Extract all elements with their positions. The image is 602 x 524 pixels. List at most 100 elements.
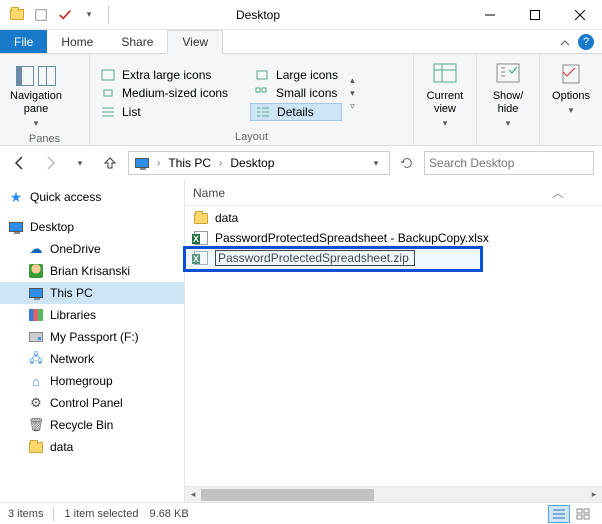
- maximize-button[interactable]: [512, 0, 557, 30]
- tree-desktop[interactable]: Desktop: [0, 216, 184, 238]
- tree-thispc[interactable]: This PC: [0, 282, 184, 304]
- recent-locations-button[interactable]: ▾: [68, 151, 92, 175]
- crumb-desktop[interactable]: Desktop: [226, 156, 278, 170]
- navigation-tree[interactable]: ★Quick access Desktop ☁OneDrive Brian Kr…: [0, 180, 185, 502]
- file-name: PasswordProtectedSpreadsheet - BackupCop…: [215, 231, 489, 245]
- layout-small-icons[interactable]: Small icons: [250, 85, 342, 101]
- layout-medium-icons[interactable]: Medium-sized icons: [96, 85, 232, 101]
- forward-button[interactable]: [38, 151, 62, 175]
- tab-share[interactable]: Share: [107, 30, 167, 53]
- scroll-thumb[interactable]: [201, 489, 374, 501]
- up-button[interactable]: [98, 151, 122, 175]
- layout-large-icons[interactable]: Large icons: [250, 67, 342, 83]
- options-button[interactable]: Options▾: [546, 58, 596, 118]
- group-panes: Navigation pane ▾ Panes: [0, 54, 90, 145]
- tree-recyclebin[interactable]: 🗑Recycle Bin: [0, 414, 184, 436]
- crumb-thispc[interactable]: This PC: [164, 156, 215, 170]
- group-panes-label: Panes: [6, 131, 83, 145]
- minimize-button[interactable]: [467, 0, 512, 30]
- file-name: data: [215, 211, 238, 225]
- folder-icon: [193, 210, 209, 226]
- close-button[interactable]: [557, 0, 602, 30]
- status-size: 9.68 KB: [150, 508, 189, 520]
- file-list[interactable]: data PasswordProtectedSpreadsheet - Back…: [185, 206, 602, 486]
- layout-scroll-up-icon[interactable]: ▴: [350, 75, 355, 86]
- group-current-view: Current view▾: [414, 54, 477, 145]
- excel-icon: [193, 230, 209, 246]
- address-bar-row: ▾ › This PC › Desktop ▾: [0, 146, 602, 180]
- group-layout-label: Layout: [96, 129, 407, 143]
- layout-expand-icon[interactable]: ▿: [350, 101, 355, 112]
- tab-view[interactable]: View: [167, 30, 223, 54]
- layout-options: Extra large icons Large icons Medium-siz…: [96, 67, 342, 121]
- layout-scroll-down-icon[interactable]: ▾: [350, 88, 355, 99]
- title-bar: ▾ Desktop: [0, 0, 602, 30]
- show-hide-button[interactable]: Show/ hide▾: [483, 58, 533, 131]
- drive-icon: [28, 329, 44, 345]
- ribbon-body: Navigation pane ▾ Panes Extra large icon…: [0, 54, 602, 146]
- chevron-down-icon: ▾: [34, 118, 39, 129]
- tree-controlpanel[interactable]: ⚙Control Panel: [0, 392, 184, 414]
- status-selected: 1 item selected: [64, 508, 138, 520]
- view-details-button[interactable]: [548, 505, 570, 523]
- group-options: Options▾: [540, 54, 602, 145]
- current-view-button[interactable]: Current view▾: [420, 58, 470, 131]
- help-icon[interactable]: ?: [578, 34, 594, 50]
- tree-data[interactable]: data: [0, 436, 184, 458]
- column-name[interactable]: Name: [193, 186, 225, 200]
- person-icon: [28, 263, 44, 279]
- breadcrumb[interactable]: › This PC › Desktop ▾: [128, 151, 390, 175]
- monitor-icon: [8, 219, 24, 235]
- scroll-right-button[interactable]: ▸: [586, 487, 602, 503]
- monitor-icon: [28, 285, 44, 301]
- chevron-right-icon[interactable]: ›: [217, 158, 224, 169]
- window-title: Desktop: [49, 8, 467, 22]
- collapse-ribbon-icon[interactable]: [560, 37, 570, 47]
- scroll-left-button[interactable]: ◂: [185, 487, 201, 503]
- back-button[interactable]: [8, 151, 32, 175]
- scroll-track[interactable]: [201, 487, 586, 503]
- view-thumbnails-button[interactable]: [572, 505, 594, 523]
- file-pane: Name ︿ data PasswordProtectedSpreadsheet…: [185, 180, 602, 502]
- folder-app-icon: [6, 4, 28, 26]
- view-mode-buttons: [548, 505, 594, 523]
- layout-extra-large-icons[interactable]: Extra large icons: [96, 67, 232, 83]
- file-row-editing[interactable]: [185, 248, 602, 268]
- navigation-pane-button[interactable]: Navigation pane ▾: [6, 58, 66, 131]
- tree-quick-access[interactable]: ★Quick access: [0, 186, 184, 208]
- search-input[interactable]: [429, 156, 584, 170]
- tree-onedrive[interactable]: ☁OneDrive: [0, 238, 184, 260]
- tab-file[interactable]: File: [0, 30, 47, 53]
- navigation-pane-label: Navigation pane: [10, 90, 62, 116]
- recycle-bin-icon: 🗑: [28, 417, 44, 433]
- layout-details[interactable]: Details: [250, 103, 342, 121]
- file-row-folder[interactable]: data: [185, 208, 602, 228]
- status-separator: [53, 507, 54, 521]
- pc-icon: [133, 154, 151, 172]
- libraries-icon: [28, 307, 44, 323]
- tab-home[interactable]: Home: [47, 30, 107, 53]
- horizontal-scrollbar[interactable]: ◂ ▸: [185, 486, 602, 502]
- star-icon: ★: [8, 189, 24, 205]
- file-row-xlsx[interactable]: PasswordProtectedSpreadsheet - BackupCop…: [185, 228, 602, 248]
- search-icon: [588, 157, 589, 169]
- layout-list[interactable]: List: [96, 103, 232, 121]
- ribbon-tabs: File Home Share View ?: [0, 30, 602, 54]
- sort-indicator-icon[interactable]: ︿: [552, 184, 564, 201]
- status-item-count: 3 items: [8, 508, 43, 520]
- column-header[interactable]: Name ︿: [185, 180, 602, 206]
- tree-homegroup[interactable]: ⌂Homegroup: [0, 370, 184, 392]
- tree-mypassport[interactable]: My Passport (F:): [0, 326, 184, 348]
- status-bar: 3 items 1 item selected 9.68 KB: [0, 502, 602, 524]
- cloud-icon: ☁: [28, 241, 44, 257]
- refresh-button[interactable]: [396, 152, 418, 174]
- rename-input[interactable]: [215, 250, 415, 266]
- tree-user[interactable]: Brian Krisanski: [0, 260, 184, 282]
- address-dropdown-icon[interactable]: ▾: [365, 152, 387, 174]
- group-show-hide: Show/ hide▾: [477, 54, 540, 145]
- group-layout: Extra large icons Large icons Medium-siz…: [90, 54, 414, 145]
- chevron-right-icon[interactable]: ›: [155, 158, 162, 169]
- search-box[interactable]: [424, 151, 594, 175]
- tree-network[interactable]: 🖧Network: [0, 348, 184, 370]
- tree-libraries[interactable]: Libraries: [0, 304, 184, 326]
